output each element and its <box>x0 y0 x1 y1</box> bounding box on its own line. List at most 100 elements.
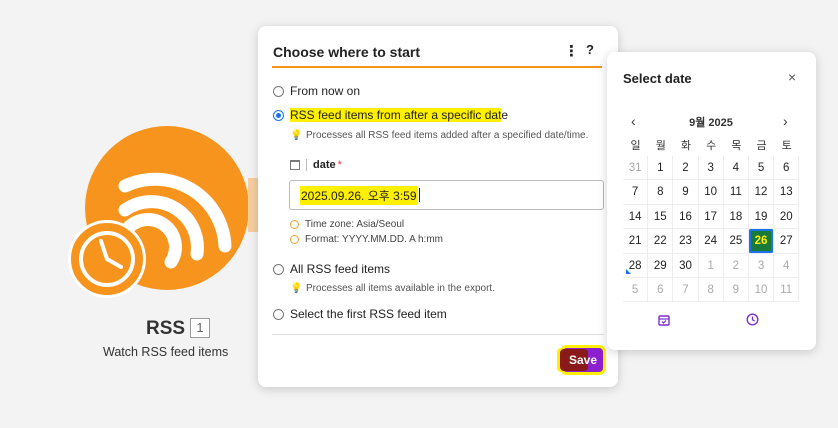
day-cell[interactable]: 10 <box>748 277 775 303</box>
day-cell[interactable]: 19 <box>748 204 775 230</box>
date-label-text: date <box>313 159 336 171</box>
date-field-label: date * <box>290 159 342 171</box>
day-cell[interactable]: 24 <box>698 229 724 254</box>
day-cell[interactable]: 8 <box>648 180 674 205</box>
dialog-title: Choose where to start <box>273 44 421 60</box>
day-cell[interactable]: 17 <box>698 204 724 230</box>
timezone-text: Time zone: Asia/Seoul <box>305 219 405 230</box>
calendar-icon <box>290 160 300 170</box>
day-cell[interactable]: 7 <box>623 180 649 205</box>
radio-button[interactable] <box>273 85 284 97</box>
picker-title: Select date <box>623 71 692 86</box>
day-cell[interactable]: 11 <box>723 180 749 205</box>
month-label: 9월 2025 <box>689 117 733 129</box>
day-cell[interactable]: 20 <box>774 204 800 230</box>
day-cell[interactable]: 30 <box>673 253 699 278</box>
day-cell[interactable]: 10 <box>698 180 724 205</box>
day-cell[interactable]: 5 <box>748 156 775 181</box>
day-cell[interactable]: 4 <box>723 156 749 181</box>
separator <box>306 159 307 171</box>
weekday-label: 월 <box>655 140 666 152</box>
option-label: All RSS feed items <box>290 262 391 276</box>
day-cell[interactable]: 16 <box>673 204 699 230</box>
day-cell[interactable]: 6 <box>774 156 800 181</box>
day-cell[interactable]: 9 <box>723 277 749 303</box>
day-cell[interactable]: 1 <box>648 156 674 181</box>
day-cell[interactable]: 11 <box>774 277 800 303</box>
module-title: RSS <box>146 318 186 339</box>
globe-icon <box>290 220 299 229</box>
option-from-now-on[interactable]: From now on <box>273 84 360 98</box>
day-cell[interactable]: 28 <box>623 253 649 278</box>
hint-text: Processes all RSS feed items added after… <box>306 130 589 141</box>
day-cell[interactable]: 3 <box>698 156 724 181</box>
rss-module[interactable]: RSS 1 Watch RSS feed items <box>0 0 264 428</box>
day-cell[interactable]: 12 <box>748 180 775 205</box>
text-caret <box>418 188 420 202</box>
lightbulb-icon: 💡 <box>290 130 303 141</box>
day-cell[interactable]: 14 <box>623 204 649 230</box>
day-cell[interactable]: 27 <box>774 229 800 254</box>
radio-button[interactable] <box>273 308 284 320</box>
day-cell-selected[interactable]: 26 <box>748 229 775 254</box>
day-cell[interactable]: 7 <box>673 277 699 303</box>
highlighted-text: RSS feed items from after a specific dat <box>290 108 502 122</box>
option-label: Select the first RSS feed item <box>290 307 447 321</box>
day-cell[interactable]: 2 <box>723 253 749 278</box>
day-cell[interactable]: 21 <box>623 229 649 254</box>
clock-icon <box>290 235 299 244</box>
date-input-value: 2025.09.26. 오후 3:59 <box>300 185 418 205</box>
day-cell[interactable]: 13 <box>774 180 800 205</box>
day-cell[interactable]: 9 <box>673 180 699 205</box>
day-cell[interactable]: 15 <box>648 204 674 230</box>
close-icon[interactable]: × <box>788 69 796 85</box>
day-cell[interactable]: 23 <box>673 229 699 254</box>
help-button[interactable]: ? <box>586 42 594 57</box>
label-rest: e <box>501 108 509 122</box>
option-all-items[interactable]: All RSS feed items <box>273 262 390 276</box>
hint-text: Processes all items available in the exp… <box>306 283 495 294</box>
weekday-label: 화 <box>680 140 692 152</box>
option-specific-date[interactable]: RSS feed items from after a specific dat… <box>273 108 508 122</box>
weekday-label: 토 <box>781 140 792 152</box>
clock-icon[interactable] <box>746 313 759 331</box>
weekday-label: 목 <box>731 140 742 152</box>
day-cell[interactable]: 31 <box>623 156 649 181</box>
option-label: From now on <box>290 84 361 98</box>
format-text: Format: YYYY.MM.DD. A h:mm <box>305 234 443 245</box>
calendar-icon[interactable] <box>658 313 670 331</box>
chevron-left-icon[interactable]: ‹ <box>631 113 636 129</box>
option-first-item[interactable]: Select the first RSS feed item <box>273 307 447 321</box>
lightbulb-icon: 💡 <box>290 283 303 294</box>
save-label: Save <box>568 353 598 367</box>
day-cell[interactable]: 29 <box>648 253 674 278</box>
timezone-info: Time zone: Asia/Seoul <box>290 219 404 230</box>
day-cell[interactable]: 4 <box>774 253 800 278</box>
schedule-clock-icon[interactable] <box>68 220 146 298</box>
day-cell[interactable]: 22 <box>648 229 674 254</box>
choose-start-dialog: Choose where to start ⋮ ? From now on RS… <box>258 26 618 387</box>
day-cell[interactable]: 3 <box>748 253 775 278</box>
more-vertical-icon[interactable]: ⋮ <box>564 42 579 60</box>
weekday-label: 수 <box>706 140 717 152</box>
hint-all-items: 💡 Processes all items available in the e… <box>290 283 495 294</box>
format-info: Format: YYYY.MM.DD. A h:mm <box>290 234 443 245</box>
save-button[interactable]: Save <box>560 348 603 372</box>
module-badge: 1 <box>190 318 210 338</box>
day-cell[interactable]: 6 <box>648 277 674 303</box>
day-cell[interactable]: 5 <box>623 277 649 303</box>
date-picker: Select date × ‹ 9월 2025 › 일월화수목금토 31 1 2 3 4… <box>607 52 816 350</box>
radio-button[interactable] <box>273 263 284 275</box>
day-cell[interactable]: 8 <box>698 277 724 303</box>
radio-button-checked[interactable] <box>273 109 284 121</box>
day-cell[interactable]: 2 <box>673 156 699 181</box>
required-marker: * <box>337 159 342 171</box>
date-input[interactable]: 2025.09.26. 오후 3:59 <box>289 180 604 210</box>
day-cell[interactable]: 25 <box>723 229 749 254</box>
option-label: RSS feed items from after a specific dat… <box>290 108 508 122</box>
day-cell[interactable]: 1 <box>698 253 724 278</box>
chevron-right-icon[interactable]: › <box>783 113 788 129</box>
day-cell[interactable]: 18 <box>723 204 749 230</box>
module-subtitle: Watch RSS feed items <box>103 345 229 359</box>
weekday-header: 일월화수목금토 <box>623 137 799 153</box>
